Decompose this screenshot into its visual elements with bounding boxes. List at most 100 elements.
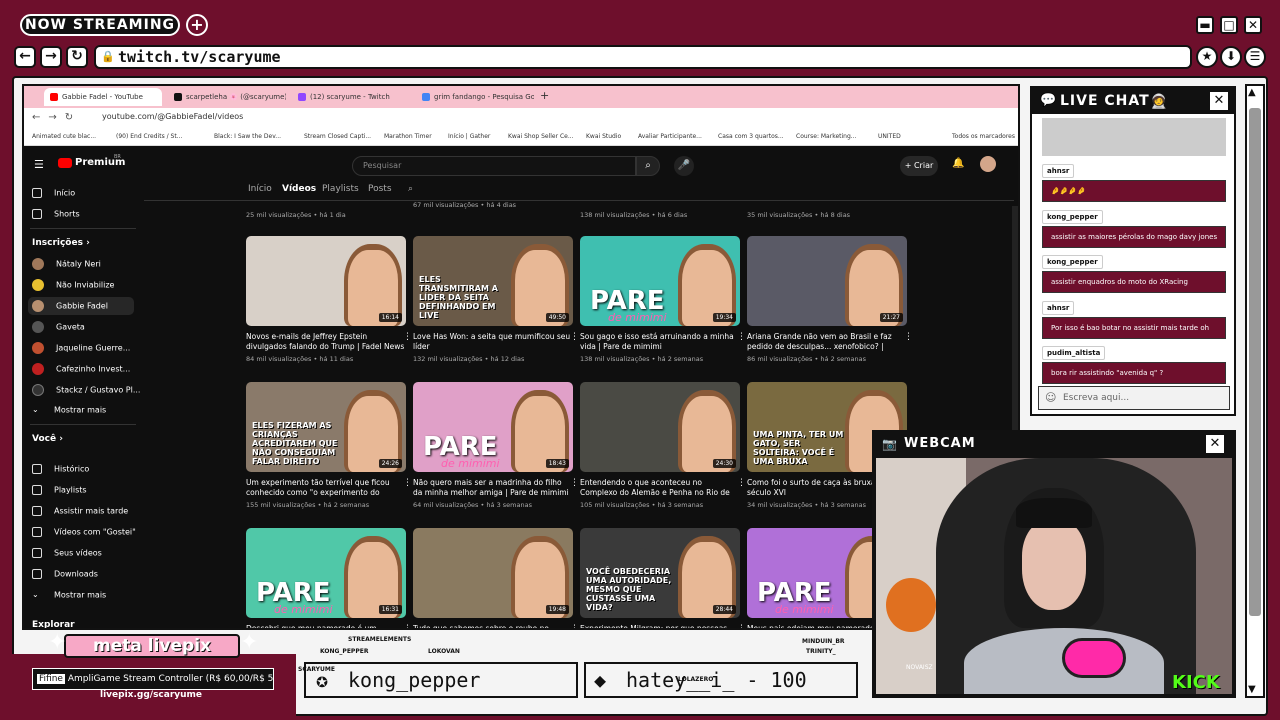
- video-card[interactable]: PARE de mimimi 16:31 Descobri que meu namor…: [246, 528, 412, 628]
- chat-username[interactable]: pudim_altista: [1042, 346, 1106, 360]
- chat-username[interactable]: ahnsr: [1042, 164, 1075, 178]
- yt-search-input[interactable]: Pesquisar: [352, 156, 636, 176]
- more-options-icon[interactable]: ⋮: [403, 624, 412, 628]
- back-arrow-icon[interactable]: ←: [14, 46, 36, 68]
- you-header[interactable]: Você ›: [32, 434, 63, 444]
- tab-twitch[interactable]: (12) scaryume - Twitch: [292, 88, 410, 106]
- video-title[interactable]: Experimento Milgram: por que pessoas: [580, 624, 740, 628]
- more-options-icon[interactable]: ⋮: [737, 478, 746, 488]
- mic-icon[interactable]: 🎤: [674, 156, 694, 176]
- more-options-icon[interactable]: ⋮: [403, 332, 412, 342]
- video-title[interactable]: Novos e-mails de Jeffrey Epstein divulga…: [246, 332, 406, 352]
- sidebar-sub-item[interactable]: Nátaly Neri: [32, 258, 101, 270]
- video-title[interactable]: Ariana Grande não vem ao Brasil e faz pe…: [747, 332, 907, 352]
- close-webcam-button[interactable]: ✕: [1206, 435, 1224, 453]
- video-title[interactable]: Sou gago e isso está arruinando a minha …: [580, 332, 740, 352]
- bookmark-item[interactable]: Casa com 3 quartos...: [718, 133, 784, 140]
- tab-x[interactable]: scarpetleha 🌸 (@scaryume): [168, 88, 286, 106]
- video-thumbnail[interactable]: 21:27: [747, 236, 907, 326]
- page-scrollbar[interactable]: ▲ ▼: [1245, 84, 1265, 698]
- sidebar-sub-item[interactable]: Jaqueline Guerre...: [32, 342, 130, 354]
- bookmark-item[interactable]: Stream Closed Capti...: [304, 133, 371, 140]
- sidebar-sub-item[interactable]: Gaveta: [32, 321, 85, 333]
- video-card[interactable]: VOCÊ OBEDECERIA UMA AUTORIDADE, MESMO QU…: [580, 528, 746, 628]
- video-title[interactable]: Descobri que meu namorado é um criminoso: [246, 624, 406, 628]
- video-card[interactable]: ELES FIZERAM AS CRIANÇAS ACREDITAREM QUE…: [246, 382, 412, 509]
- refresh-icon[interactable]: ↻: [66, 46, 88, 68]
- tab-posts[interactable]: Posts: [368, 184, 392, 194]
- video-thumbnail[interactable]: PARE de mimimi 19:34: [580, 236, 740, 326]
- bookmark-item[interactable]: Animated cute blac...: [32, 133, 96, 140]
- video-title[interactable]: Love Has Won: a seita que mumificou seu …: [413, 332, 573, 352]
- video-card[interactable]: PARE de mimimi 18:43 Não quero mais ser a m…: [413, 382, 579, 509]
- sidebar-item-playlists[interactable]: Playlists: [32, 485, 87, 495]
- show-more-subs[interactable]: ⌄ Mostrar mais: [32, 405, 106, 415]
- forward-arrow-icon[interactable]: →: [40, 46, 62, 68]
- minimize-button[interactable]: ▬: [1196, 16, 1214, 34]
- chat-username[interactable]: ahnsr: [1042, 300, 1075, 315]
- download-icon[interactable]: ⬇: [1220, 46, 1242, 68]
- sidebar-item-shorts[interactable]: Shorts: [32, 209, 80, 219]
- video-title[interactable]: Tudo que sabemos sobre o roubo no Louvre: [413, 624, 573, 628]
- search-icon[interactable]: ⌕: [636, 156, 660, 176]
- bell-icon[interactable]: 🔔: [952, 158, 964, 169]
- bookmark-item[interactable]: Avaliar Participante...: [638, 133, 702, 140]
- more-options-icon[interactable]: ⋮: [570, 332, 579, 342]
- sidebar-item-downloads[interactable]: Downloads: [32, 569, 98, 579]
- sidebar-item-liked[interactable]: Vídeos com "Gostei": [32, 527, 136, 537]
- sidebar-sub-item[interactable]: Cafezinho Invest...: [32, 363, 130, 375]
- explore-header[interactable]: Explorar: [32, 620, 75, 628]
- video-thumbnail[interactable]: ELES FIZERAM AS CRIANÇAS ACREDITAREM QUE…: [246, 382, 406, 472]
- sidebar-item-home[interactable]: Início: [32, 188, 75, 198]
- chat-username[interactable]: kong_pepper: [1042, 209, 1103, 224]
- bookmark-item[interactable]: (90) End Credits / St...: [116, 133, 182, 140]
- bookmark-item[interactable]: Kwai Studio: [586, 133, 621, 140]
- show-more-you[interactable]: ⌄ Mostrar mais: [32, 590, 106, 600]
- more-options-icon[interactable]: ⋮: [403, 478, 412, 488]
- bookmark-item[interactable]: Course: Marketing...: [796, 133, 857, 140]
- star-icon[interactable]: ★: [1196, 46, 1218, 68]
- channel-search-icon[interactable]: ⌕: [408, 184, 413, 194]
- sidebar-item-watch-later[interactable]: Assistir mais tarde: [32, 506, 128, 516]
- video-card[interactable]: 19:48 Tudo que sabemos sobre o roubo no L…: [413, 528, 579, 628]
- emoji-icon[interactable]: ☺: [1045, 387, 1056, 409]
- chat-username[interactable]: kong_pepper: [1042, 255, 1103, 269]
- tab-home[interactable]: Início: [248, 184, 272, 194]
- video-thumbnail[interactable]: ELES TRANSMITIRAM A LÍDER DA SEITA DEFIN…: [413, 236, 573, 326]
- video-thumbnail[interactable]: 19:48: [413, 528, 573, 618]
- create-button[interactable]: + Criar: [900, 156, 938, 176]
- chat-input[interactable]: ☺ Escreva aqui...: [1038, 386, 1230, 410]
- bookmark-item[interactable]: Todos os marcadores: [952, 133, 1015, 140]
- video-title[interactable]: Um experimento tão terrível que ficou co…: [246, 478, 406, 498]
- scrollbar-thumb[interactable]: [1249, 108, 1261, 616]
- close-window-button[interactable]: ✕: [1244, 16, 1262, 34]
- url-bar[interactable]: 🔒 twitch.tv/scaryume: [94, 45, 1192, 69]
- sidebar-item-history[interactable]: Histórico: [32, 464, 89, 474]
- bookmark-item[interactable]: Marathon Timer: [384, 133, 432, 140]
- maximize-button[interactable]: □: [1220, 16, 1238, 34]
- add-tab-button[interactable]: +: [186, 14, 208, 36]
- more-options-icon[interactable]: ⋮: [737, 332, 746, 342]
- bookmark-item[interactable]: UNITED: [878, 133, 901, 140]
- video-thumbnail[interactable]: VOCÊ OBEDECERIA UMA AUTORIDADE, MESMO QU…: [580, 528, 740, 618]
- sidebar-sub-item-selected[interactable]: Gabbie Fadel: [28, 297, 134, 315]
- more-options-icon[interactable]: ⋮: [570, 478, 579, 488]
- scroll-down-icon[interactable]: ▼: [1248, 684, 1256, 695]
- more-options-icon[interactable]: ⋮: [904, 332, 913, 342]
- video-card[interactable]: 21:27 Ariana Grande não vem ao Brasil e f…: [747, 236, 913, 363]
- tab-videos[interactable]: Vídeos: [282, 184, 316, 194]
- menu-icon[interactable]: ☰: [1244, 46, 1266, 68]
- video-card[interactable]: ELES TRANSMITIRAM A LÍDER DA SEITA DEFIN…: [413, 236, 579, 363]
- video-thumbnail[interactable]: PARE de mimimi 16:31: [246, 528, 406, 618]
- video-thumbnail[interactable]: 16:14: [246, 236, 406, 326]
- video-title[interactable]: Não quero mais ser a madrinha do filho d…: [413, 478, 573, 498]
- avatar[interactable]: [980, 156, 996, 172]
- bookmark-item[interactable]: Kwai Shop Seller Ce...: [508, 133, 574, 140]
- video-title[interactable]: Entendendo o que aconteceu no Complexo d…: [580, 478, 740, 498]
- scroll-up-icon[interactable]: ▲: [1248, 87, 1256, 98]
- sidebar-sub-item[interactable]: Não Inviabilize: [32, 279, 114, 291]
- sidebar-item-your-videos[interactable]: Seus vídeos: [32, 548, 102, 558]
- browser-address[interactable]: youtube.com/@GabbieFadel/videos: [102, 112, 243, 121]
- close-chat-button[interactable]: ✕: [1210, 92, 1228, 110]
- tab-google[interactable]: grim fandango - Pesquisa Goo: [416, 88, 534, 106]
